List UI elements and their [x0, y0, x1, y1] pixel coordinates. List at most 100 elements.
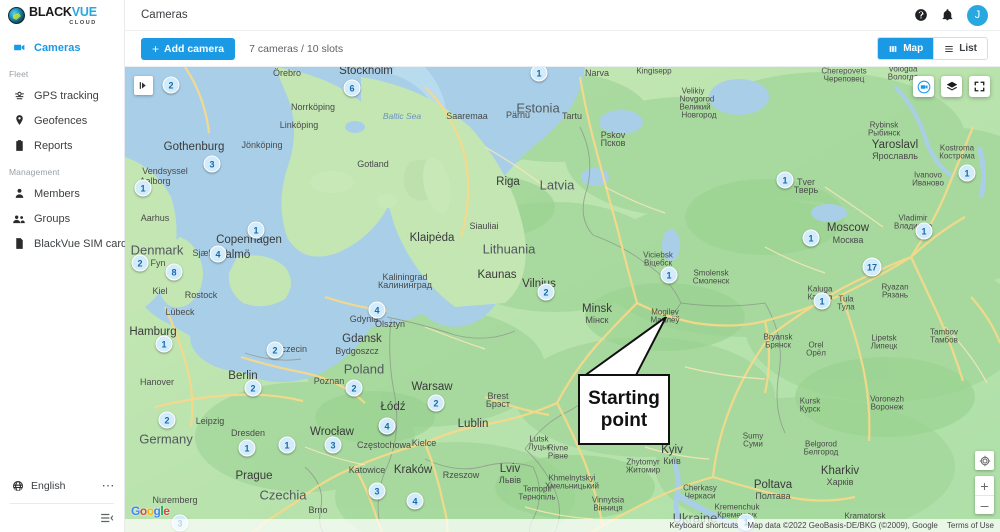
gps-tracking-icon	[12, 89, 26, 103]
clipboard-icon	[12, 139, 26, 153]
map-top-right-controls	[913, 76, 990, 97]
sidebar-item-blackvue-sim-card[interactable]: BlackVue SIM card	[0, 231, 128, 256]
sidebar-item-gps-tracking[interactable]: GPS tracking	[0, 83, 124, 108]
my-location-icon	[979, 455, 990, 466]
sidebar-item-cameras[interactable]: Cameras	[0, 35, 124, 60]
globe-icon	[12, 480, 24, 492]
camera-cluster-marker[interactable]: 1	[238, 439, 256, 457]
sidebar-item-label: Geofences	[34, 114, 88, 127]
map-layers-button[interactable]	[941, 76, 962, 97]
map-view[interactable]: Stockholm Norrköping Örebro Narva Kingisepp E…	[125, 67, 1000, 532]
user-avatar[interactable]: J	[967, 4, 988, 26]
camera-cluster-marker[interactable]: 4	[406, 492, 424, 510]
tab-list-label: List	[959, 43, 977, 54]
sidebar-item-geofences[interactable]: Geofences	[0, 108, 124, 133]
zoom-in-button[interactable]: +	[975, 476, 994, 495]
top-header: Cameras J	[125, 0, 1000, 31]
map-layers-icon	[946, 81, 957, 90]
list-view-icon	[945, 45, 953, 52]
camera-cluster-marker[interactable]: 1	[958, 164, 976, 182]
camera-cluster-marker[interactable]: 17	[862, 257, 882, 277]
blackvue-logo[interactable]: BLACKVUE CLOUD	[0, 0, 124, 31]
sidebar-group-management-title: Management	[9, 167, 60, 177]
map-bottom-right-controls: + –	[975, 451, 994, 514]
panel-expand-button[interactable]	[134, 76, 153, 95]
blackvue-logo-mark	[8, 7, 25, 24]
zoom-out-button[interactable]: –	[975, 495, 994, 514]
camera-cluster-marker[interactable]: 2	[537, 283, 555, 301]
add-camera-button[interactable]: + Add camera	[141, 37, 236, 60]
language-selector[interactable]: English ⋯	[0, 473, 124, 499]
camera-cluster-marker[interactable]: 2	[244, 379, 262, 397]
view-toggle: Map List	[877, 37, 988, 60]
app-root: BLACKVUE CLOUD Cameras Fleet GPS trackin…	[0, 0, 1000, 532]
geofence-pin-icon	[12, 114, 26, 128]
tab-list-view[interactable]: List	[934, 38, 987, 59]
sidebar-item-label: Members	[34, 187, 80, 200]
tab-map-view[interactable]: Map	[878, 38, 934, 59]
sidebar-item-label: BlackVue SIM card	[34, 237, 128, 250]
sidebar-item-groups[interactable]: Groups	[0, 206, 124, 231]
camera-cluster-marker[interactable]: 1	[915, 222, 933, 240]
camera-cluster-marker[interactable]: 1	[155, 335, 173, 353]
starting-point-callout: Starting point	[578, 374, 670, 445]
sidebar-nav: Cameras Fleet GPS tracking Geofences Rep…	[0, 31, 128, 256]
camera-cluster-marker[interactable]: 1	[813, 292, 831, 310]
terms-of-use-link[interactable]: Terms of Use	[947, 521, 994, 530]
map-view-icon	[889, 44, 898, 53]
camera-cluster-toggle[interactable]	[913, 76, 934, 97]
logo-word-black: BLACK	[29, 5, 72, 20]
camera-cluster-marker[interactable]: 4	[368, 301, 386, 319]
panel-expand-icon	[139, 82, 146, 89]
sidebar-item-label: Cameras	[34, 41, 81, 54]
language-label: English	[31, 480, 66, 492]
camera-cluster-marker[interactable]: 2	[158, 411, 176, 429]
camera-cluster-marker[interactable]: 3	[368, 482, 386, 500]
keyboard-shortcuts-link[interactable]: Keyboard shortcuts	[669, 521, 738, 530]
camera-slots-text: 7 cameras / 10 slots	[249, 42, 344, 55]
map-data-attribution: Map data ©2022 GeoBasis-DE/BKG (©2009), …	[747, 521, 938, 530]
map-canvas	[125, 67, 1000, 532]
camera-cluster-marker[interactable]: 4	[378, 417, 396, 435]
camera-cluster-marker[interactable]: 6	[343, 79, 361, 97]
notification-bell-icon[interactable]	[941, 8, 954, 22]
google-logo: Google	[131, 504, 170, 518]
zoom-controls: + –	[975, 476, 994, 514]
map-attribution-bar: Keyboard shortcuts Map data ©2022 GeoBas…	[125, 519, 1000, 532]
camera-cluster-marker[interactable]: 1	[660, 266, 678, 284]
sidebar-item-members[interactable]: Members	[0, 181, 124, 206]
camera-cluster-marker[interactable]: 2	[345, 379, 363, 397]
camera-cluster-marker[interactable]: 1	[134, 179, 152, 197]
camera-cluster-marker[interactable]: 2	[427, 394, 445, 412]
camera-cluster-marker[interactable]: 3	[203, 155, 221, 173]
camera-cluster-marker[interactable]: 3	[324, 436, 342, 454]
blackvue-logo-text: BLACKVUE CLOUD	[29, 4, 97, 27]
add-camera-label: Add camera	[164, 42, 225, 55]
camera-cluster-marker[interactable]: 4	[209, 245, 227, 263]
people-icon	[12, 212, 26, 226]
map-top-left-controls	[134, 76, 153, 95]
camera-cluster-marker[interactable]: 1	[247, 221, 265, 239]
help-circle-icon[interactable]	[914, 8, 928, 22]
camera-cluster-marker[interactable]: 2	[266, 341, 284, 359]
page-title: Cameras	[141, 9, 188, 21]
logo-word-cloud: CLOUD	[69, 20, 97, 27]
sidebar-item-reports[interactable]: Reports	[0, 133, 124, 158]
collapse-sidebar-icon	[101, 513, 114, 523]
ellipsis-icon[interactable]: ⋯	[102, 479, 116, 492]
camera-cluster-marker[interactable]: 1	[802, 229, 820, 247]
my-location-button[interactable]	[975, 451, 994, 470]
sim-card-icon	[12, 237, 26, 251]
camera-cluster-marker[interactable]: 1	[278, 436, 296, 454]
callout-line-1: Starting	[588, 388, 660, 410]
camera-cluster-marker[interactable]: 2	[131, 254, 149, 272]
collapse-sidebar-button[interactable]	[0, 504, 124, 532]
camera-cluster-marker[interactable]: 8	[165, 263, 183, 281]
video-camera-icon	[12, 41, 26, 55]
header-actions: J	[914, 4, 988, 26]
camera-cluster-marker[interactable]: 1	[776, 171, 794, 189]
camera-cluster-marker[interactable]: 2	[162, 76, 180, 94]
fullscreen-button[interactable]	[969, 76, 990, 97]
sidebar: BLACKVUE CLOUD Cameras Fleet GPS trackin…	[0, 0, 128, 532]
